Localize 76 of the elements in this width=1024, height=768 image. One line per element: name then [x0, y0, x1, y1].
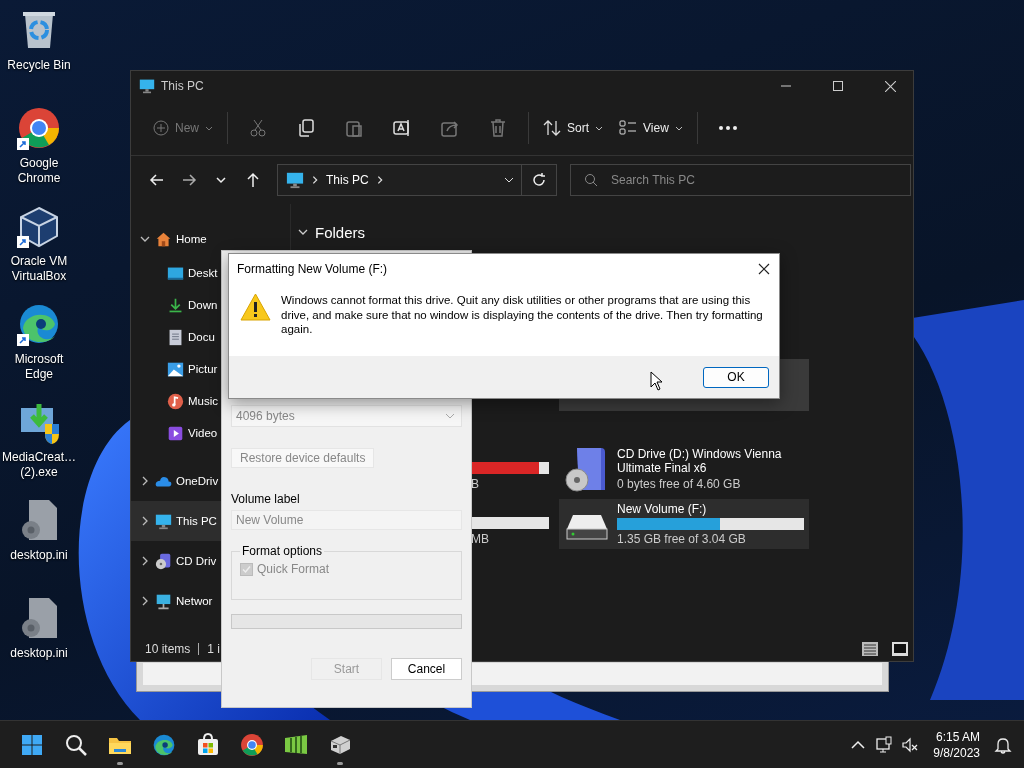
- trash-icon: [488, 118, 508, 138]
- icon-label: desktop.ini: [10, 646, 68, 661]
- mouse-pointer-icon: [650, 371, 663, 391]
- computer-icon: [139, 78, 155, 94]
- share-icon: [440, 118, 460, 138]
- drive-name: CD Drive (D:) Windows Vienna Ultimate Final x6: [617, 447, 783, 475]
- maximize-icon: [833, 81, 843, 91]
- up-arrow-icon: [245, 172, 261, 188]
- checkmark-icon: [242, 564, 251, 574]
- section-heading: Folders: [315, 223, 366, 241]
- music-folder-icon: [167, 392, 184, 410]
- back-arrow-icon: [149, 172, 165, 188]
- sort-arrows-icon: [543, 119, 561, 137]
- icon-label: Google Chrome: [16, 156, 62, 186]
- error-message: Windows cannot format this drive. Quit any disk utilities or other programs that are using this drive, and make sure that no window is displaying the contents of the drive. Then try formatting again.: [281, 293, 764, 337]
- virtualbox-icon[interactable]: [17, 204, 61, 248]
- edge-icon[interactable]: [17, 302, 61, 346]
- network-folder-icon: [155, 592, 172, 610]
- selection-count: 1 i: [207, 642, 221, 656]
- drive-tile[interactable]: New Volume (F:) 1.35 GB free of 3.04 GB: [559, 499, 809, 549]
- caret-icon: [674, 124, 683, 132]
- caret-icon: [595, 124, 604, 132]
- warning-icon: [240, 293, 271, 322]
- pc-folder-icon: [155, 512, 172, 530]
- forward-arrow-icon: [181, 172, 197, 188]
- view-layout-icon: [619, 119, 638, 137]
- plus-icon: [153, 120, 169, 136]
- pictures-folder-icon: [167, 360, 184, 378]
- muted-speaker-icon[interactable]: [901, 735, 920, 754]
- ok-button[interactable]: OK: [703, 366, 769, 388]
- caret-icon: [205, 124, 213, 132]
- dialog-title: Formatting New Volume (F:): [237, 261, 388, 276]
- drive-space-text: 0 bytes free of 4.60 GB: [617, 477, 742, 491]
- icon-label: MediaCreat… (2).exe: [2, 450, 76, 480]
- scissors-icon: [248, 118, 268, 138]
- tiles-view-button[interactable]: [891, 641, 909, 657]
- icon-label: Oracle VM VirtualBox: [9, 254, 69, 284]
- chevron-icon: [310, 175, 320, 185]
- search-icon: [584, 173, 598, 187]
- view-button[interactable]: View: [611, 111, 691, 145]
- breadcrumb[interactable]: This PC: [326, 173, 369, 187]
- cd-folder-icon: [155, 552, 172, 570]
- group-title: Format options: [241, 544, 324, 558]
- clock[interactable]: 6:15 AM 9/8/2023: [933, 728, 980, 761]
- drive-space-text: MB: [471, 532, 490, 546]
- copy-icon: [296, 118, 316, 138]
- videos-folder-icon: [167, 424, 184, 442]
- sort-button[interactable]: Sort: [535, 111, 612, 145]
- paste-icon: [344, 118, 364, 138]
- chrome-icon[interactable]: [17, 106, 61, 150]
- item-count: 10 items: [145, 642, 191, 656]
- home-folder-icon: [155, 230, 172, 248]
- rename-icon: [392, 118, 412, 138]
- documents-folder-icon: [167, 328, 184, 346]
- network-monitor-icon[interactable]: [875, 735, 894, 754]
- downloads-folder-icon: [167, 296, 184, 314]
- drive-space-text: B: [471, 477, 480, 491]
- more-dots-icon: [717, 125, 738, 131]
- address-bar[interactable]: This PC: [277, 164, 557, 196]
- close-icon: [884, 80, 896, 92]
- search-field[interactable]: Search This PC: [570, 164, 911, 196]
- icon-label: Recycle Bin: [7, 58, 71, 73]
- icon-label: desktop.ini: [10, 548, 68, 563]
- drive-name: New Volume (F:): [617, 502, 708, 516]
- window-title: This PC: [161, 79, 204, 93]
- details-view-button[interactable]: [861, 641, 879, 657]
- cancel-button[interactable]: Cancel: [391, 658, 462, 680]
- icon-label: Microsoft Edge: [13, 352, 65, 382]
- caret-icon: [445, 411, 455, 421]
- notification-bell-icon[interactable]: [994, 735, 1012, 754]
- drive-space-text: 1.35 GB free of 3.04 GB: [617, 532, 747, 546]
- chevron-down-icon: [215, 174, 227, 186]
- refresh-icon: [532, 173, 546, 187]
- computer-icon: [286, 171, 304, 189]
- close-icon: [758, 262, 770, 275]
- sidebar-item[interactable]: Home: [131, 221, 290, 257]
